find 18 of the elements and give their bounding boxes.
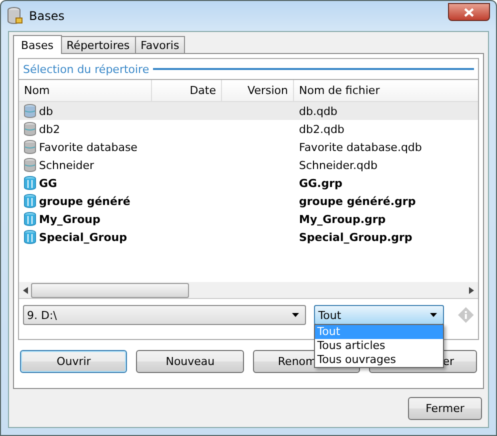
file-path: Favorite database.qdb (298, 140, 423, 154)
group-title: Sélection du répertoire (23, 62, 150, 76)
file-name: groupe généré (39, 194, 130, 208)
file-path: GG.grp (298, 176, 344, 190)
file-name: Schneider (39, 158, 94, 172)
window-title: Bases (29, 9, 64, 23)
file-name: GG (39, 176, 58, 190)
file-path: db.qdb (298, 104, 338, 118)
file-name: My_Group (39, 212, 100, 226)
file-path: db2.qdb (298, 122, 346, 136)
file-path: Special_Group.grp (298, 230, 414, 244)
file-path: My_Group.grp (298, 212, 387, 226)
file-name: Special_Group (39, 230, 127, 244)
file-name: Favorite database (39, 140, 138, 154)
file-name: db (39, 104, 53, 118)
file-name: db2 (39, 122, 60, 136)
file-path: Schneider.qdb (298, 158, 379, 172)
file-path: groupe généré.grp (298, 194, 417, 208)
